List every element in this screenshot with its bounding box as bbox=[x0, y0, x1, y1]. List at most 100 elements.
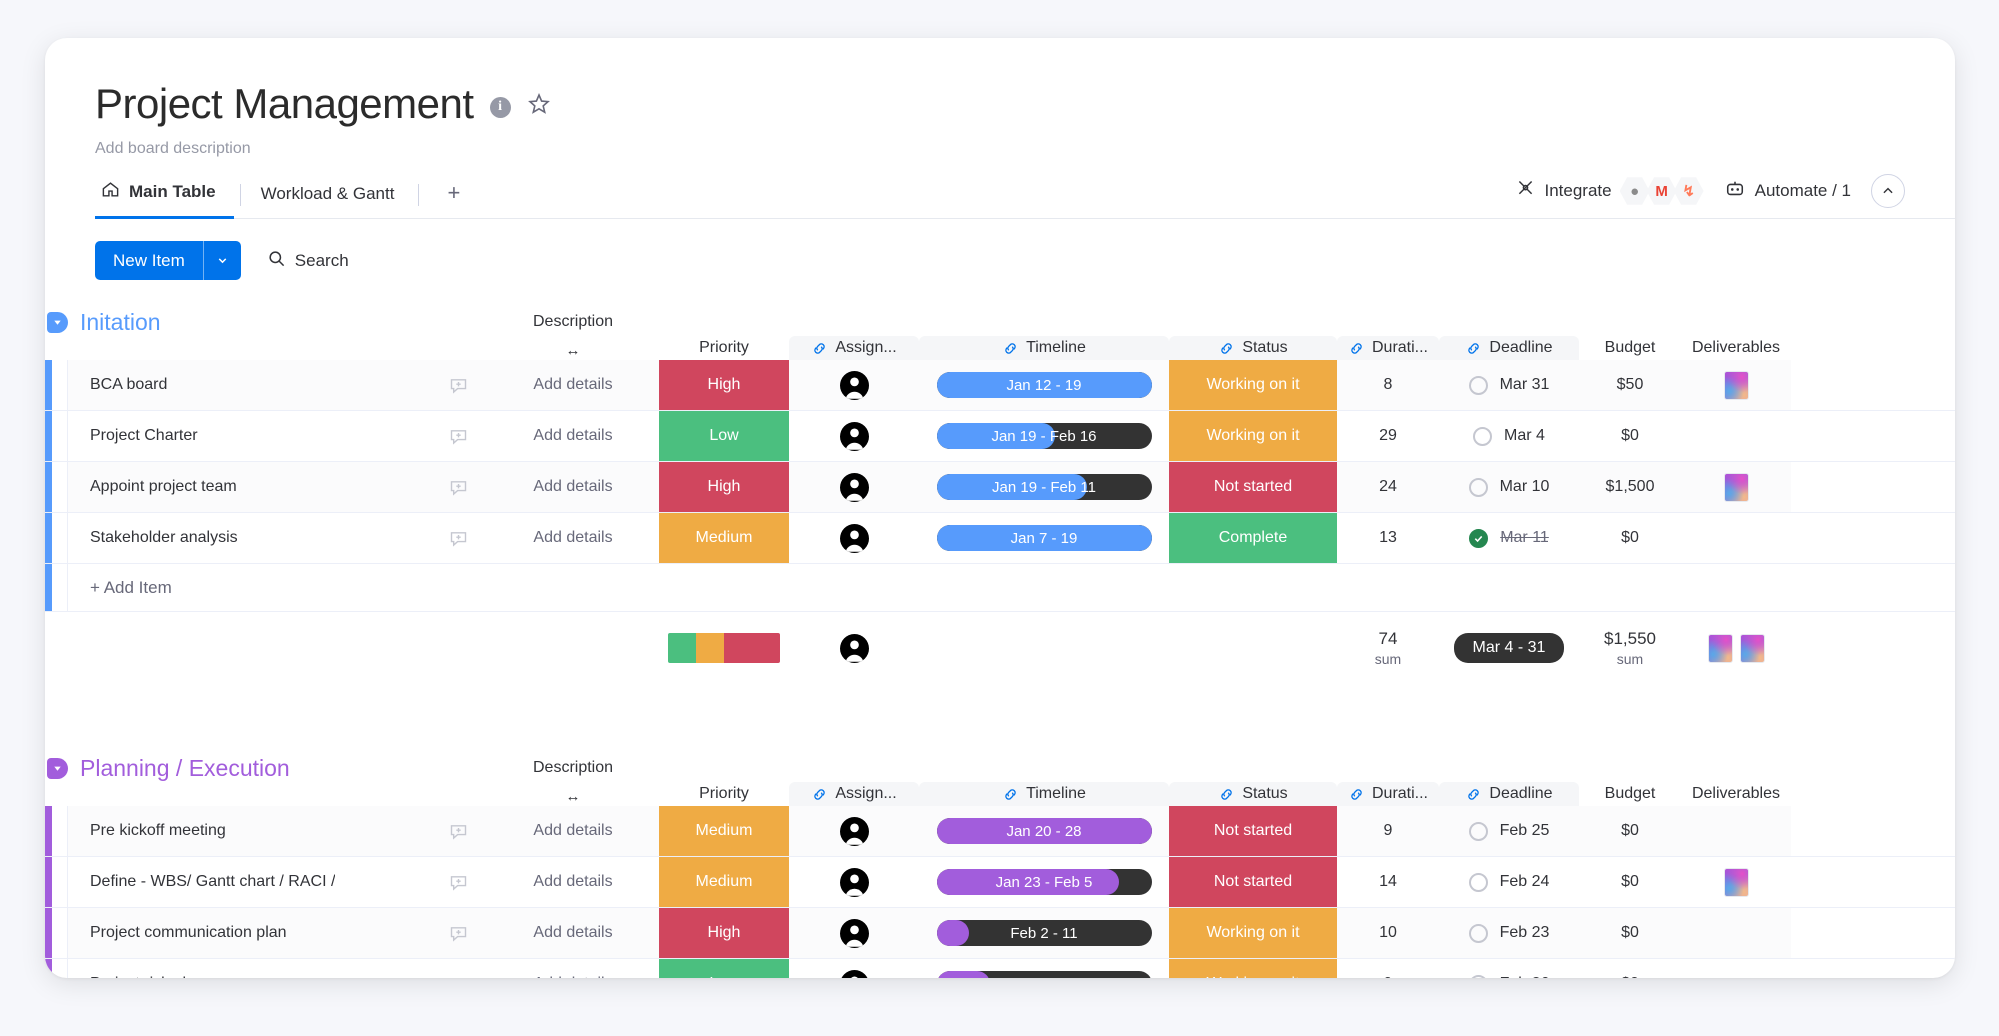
deadline-circle-icon[interactable] bbox=[1468, 872, 1488, 892]
cell-assignee[interactable] bbox=[789, 462, 919, 512]
cell-deliverables[interactable] bbox=[1681, 959, 1791, 978]
cell-priority[interactable]: Medium bbox=[659, 806, 789, 856]
table-row[interactable]: Define - WBS/ Gantt chart / RACI / Add d… bbox=[45, 857, 1955, 908]
table-row[interactable]: Stakeholder analysis Add details Medium … bbox=[45, 513, 1955, 564]
cell-deadline[interactable]: Mar 4 bbox=[1439, 411, 1579, 461]
deadline-circle-icon[interactable] bbox=[1468, 821, 1488, 841]
timeline-bar[interactable]: Jan 23 - Feb 5 bbox=[936, 869, 1152, 895]
column-header-assign[interactable]: Assign... bbox=[789, 782, 919, 806]
cell-budget[interactable]: $0 bbox=[1579, 857, 1681, 907]
cell-assignee[interactable] bbox=[789, 360, 919, 410]
cell-item-name[interactable]: Project communication plan bbox=[67, 908, 487, 958]
collapse-header-button[interactable] bbox=[1871, 174, 1905, 208]
cell-deliverables[interactable] bbox=[1681, 857, 1791, 907]
avatar[interactable] bbox=[839, 370, 869, 400]
add-update-icon[interactable] bbox=[448, 426, 469, 447]
cell-duration[interactable]: 9 bbox=[1337, 959, 1439, 978]
deadline-circle-icon[interactable] bbox=[1468, 375, 1488, 395]
cell-assignee[interactable] bbox=[789, 411, 919, 461]
star-icon[interactable] bbox=[527, 92, 551, 121]
cell-description[interactable]: Add details bbox=[487, 908, 659, 958]
cell-deliverables[interactable] bbox=[1681, 806, 1791, 856]
table-row[interactable]: Appoint project team Add details High Ja… bbox=[45, 462, 1955, 513]
cell-assignee[interactable] bbox=[789, 959, 919, 978]
cell-description[interactable]: Add details bbox=[487, 857, 659, 907]
cell-item-name[interactable]: BCA board bbox=[67, 360, 487, 410]
cell-deadline[interactable]: Mar 11 bbox=[1439, 513, 1579, 563]
cell-duration[interactable]: 24 bbox=[1337, 462, 1439, 512]
group-header-1[interactable]: Planning / Execution bbox=[45, 754, 487, 782]
cell-item-name[interactable]: Appoint project team bbox=[67, 462, 487, 512]
avatar[interactable] bbox=[839, 918, 869, 948]
new-item-dropdown-icon[interactable] bbox=[202, 241, 241, 280]
cell-duration[interactable]: 14 bbox=[1337, 857, 1439, 907]
cell-status[interactable]: Not started bbox=[1169, 462, 1337, 512]
cell-description[interactable]: Add details bbox=[487, 959, 659, 978]
column-header-description[interactable]: Description bbox=[487, 308, 659, 336]
cell-deadline[interactable]: Mar 31 bbox=[1439, 360, 1579, 410]
cell-priority[interactable]: High bbox=[659, 908, 789, 958]
column-header-priority[interactable]: Priority bbox=[659, 336, 789, 360]
add-update-icon[interactable] bbox=[448, 923, 469, 944]
cell-budget[interactable]: $0 bbox=[1579, 959, 1681, 978]
timeline-bar[interactable]: Feb 2 - 11 bbox=[936, 920, 1152, 946]
add-item-button[interactable]: + Add Item bbox=[67, 564, 1791, 611]
deadline-check-icon[interactable] bbox=[1469, 528, 1489, 548]
cell-assignee[interactable] bbox=[789, 806, 919, 856]
cell-description[interactable]: Add details bbox=[487, 806, 659, 856]
column-header-durati[interactable]: Durati... bbox=[1337, 782, 1439, 806]
cell-deadline[interactable]: Feb 24 bbox=[1439, 857, 1579, 907]
cell-duration[interactable]: 13 bbox=[1337, 513, 1439, 563]
cell-duration[interactable]: 10 bbox=[1337, 908, 1439, 958]
collapse-arrow-icon[interactable] bbox=[47, 311, 68, 333]
cell-timeline[interactable]: Jan 23 - Feb 5 bbox=[919, 857, 1169, 907]
add-update-icon[interactable] bbox=[448, 375, 469, 396]
cell-budget[interactable]: $0 bbox=[1579, 806, 1681, 856]
column-header-budget[interactable]: Budget bbox=[1579, 336, 1681, 360]
deadline-circle-icon[interactable] bbox=[1468, 974, 1488, 978]
add-update-icon[interactable] bbox=[448, 872, 469, 893]
cell-item-name[interactable]: Project Charter bbox=[67, 411, 487, 461]
board-description[interactable]: Add board description bbox=[95, 140, 1955, 158]
cell-priority[interactable]: High bbox=[659, 462, 789, 512]
column-header-deadline[interactable]: Deadline bbox=[1439, 782, 1579, 806]
cell-deadline[interactable]: Feb 26 bbox=[1439, 959, 1579, 978]
cell-deadline[interactable]: Feb 25 bbox=[1439, 806, 1579, 856]
cell-budget[interactable]: $0 bbox=[1579, 908, 1681, 958]
cell-status[interactable]: Working on it bbox=[1169, 411, 1337, 461]
cell-status[interactable]: Working on it bbox=[1169, 360, 1337, 410]
table-row[interactable]: BCA board Add details High Jan 12 - 19 W… bbox=[45, 360, 1955, 411]
table-row[interactable]: Pre kickoff meeting Add details Medium J… bbox=[45, 806, 1955, 857]
tab-workload-gantt[interactable]: Workload & Gantt bbox=[255, 176, 413, 219]
column-header-deadline[interactable]: Deadline bbox=[1439, 336, 1579, 360]
timeline-bar[interactable]: Jan 19 - Feb 11 bbox=[936, 474, 1152, 500]
cell-timeline[interactable]: Jan 19 - Feb 11 bbox=[919, 462, 1169, 512]
deadline-circle-icon[interactable] bbox=[1468, 923, 1488, 943]
cell-priority[interactable]: Low bbox=[659, 411, 789, 461]
info-icon[interactable]: i bbox=[489, 96, 511, 118]
mailchimp-icon[interactable]: ● bbox=[1619, 177, 1650, 205]
timeline-bar[interactable]: Feb 1 - 9 bbox=[936, 971, 1152, 978]
gmail-icon[interactable]: M bbox=[1646, 177, 1677, 205]
column-header-deliverables[interactable]: Deliverables bbox=[1681, 782, 1791, 806]
cell-timeline[interactable]: Jan 19 - Feb 16 bbox=[919, 411, 1169, 461]
avatar[interactable] bbox=[839, 633, 869, 663]
deliverable-thumbnail[interactable] bbox=[1723, 370, 1749, 400]
cell-status[interactable]: Not started bbox=[1169, 857, 1337, 907]
cell-description[interactable]: Add details bbox=[487, 360, 659, 410]
table-row[interactable]: Project communication plan Add details H… bbox=[45, 908, 1955, 959]
cell-budget[interactable]: $0 bbox=[1579, 411, 1681, 461]
cell-priority[interactable]: High bbox=[659, 360, 789, 410]
deliverable-thumbnail[interactable] bbox=[1707, 633, 1733, 663]
cell-assignee[interactable] bbox=[789, 857, 919, 907]
cell-description[interactable]: Add details bbox=[487, 462, 659, 512]
add-update-icon[interactable] bbox=[448, 477, 469, 498]
column-header-assign[interactable]: Assign... bbox=[789, 336, 919, 360]
timeline-bar[interactable]: Jan 20 - 28 bbox=[936, 818, 1152, 844]
integrate-button[interactable]: Integrate ● M ↯ bbox=[1515, 176, 1704, 206]
table-row[interactable]: Project risk plan Add details Low Feb 1 … bbox=[45, 959, 1955, 978]
cell-description[interactable]: Add details bbox=[487, 411, 659, 461]
cell-priority[interactable]: Medium bbox=[659, 513, 789, 563]
tab-main-table[interactable]: Main Table bbox=[95, 172, 234, 219]
cell-assignee[interactable] bbox=[789, 908, 919, 958]
